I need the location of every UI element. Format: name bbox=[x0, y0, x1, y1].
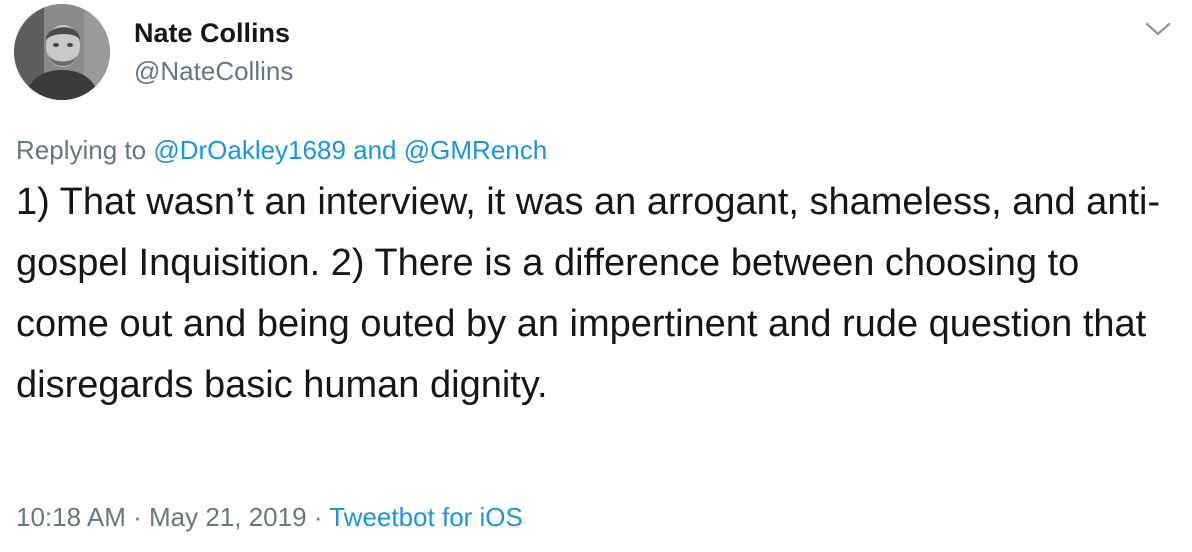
avatar-photo bbox=[14, 4, 110, 100]
author-display-name[interactable]: Nate Collins bbox=[134, 16, 290, 50]
avatar[interactable] bbox=[14, 4, 110, 100]
replying-conjunction: and bbox=[353, 135, 397, 165]
tweet-text: 1) That wasn’t an interview, it was an a… bbox=[16, 181, 1161, 406]
author-handle[interactable]: @NateCollins bbox=[134, 54, 293, 88]
tweet-source-link[interactable]: Tweetbot for iOS bbox=[329, 502, 523, 532]
meta-separator: · bbox=[133, 502, 142, 532]
tweet: Nate Collins @NateCollins Replying to @D… bbox=[0, 0, 1192, 552]
meta-separator: · bbox=[313, 502, 323, 532]
chevron-down-icon[interactable] bbox=[1143, 18, 1173, 40]
tweet-meta: 10:18 AM · May 21, 2019 · Tweetbot for i… bbox=[16, 500, 523, 534]
tweet-date[interactable]: May 21, 2019 bbox=[149, 502, 307, 532]
replying-to: Replying to @DrOakley1689 and @GMRench bbox=[16, 133, 547, 167]
mention-link-droakley1689[interactable]: @DrOakley1689 bbox=[153, 135, 346, 165]
replying-prefix: Replying to bbox=[16, 135, 147, 165]
tweet-time[interactable]: 10:18 AM bbox=[16, 502, 126, 532]
mention-link-gmrench[interactable]: @GMRench bbox=[404, 135, 547, 165]
